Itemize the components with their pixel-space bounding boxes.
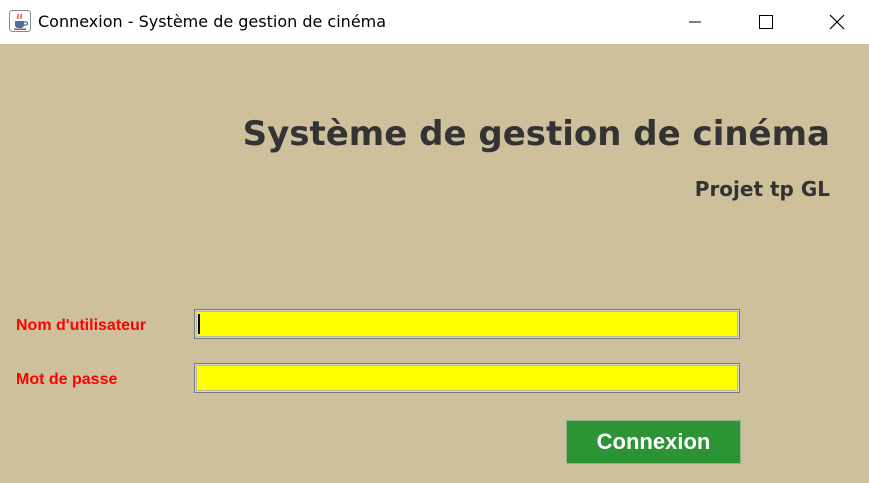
password-field[interactable] (194, 363, 740, 393)
maximize-button[interactable] (743, 0, 789, 44)
title-bar: Connexion - Système de gestion de cinéma (0, 0, 869, 44)
text-caret (198, 314, 200, 334)
page-subtitle: Projet tp GL (694, 177, 830, 201)
page-title: Système de gestion de cinéma (242, 114, 830, 154)
java-cup-icon (9, 10, 31, 32)
login-panel: Système de gestion de cinéma Projet tp G… (0, 44, 869, 483)
username-field[interactable] (194, 309, 740, 339)
username-label: Nom d'utilisateur (16, 317, 147, 334)
window-title: Connexion - Système de gestion de cinéma (38, 12, 387, 31)
maximize-icon (759, 15, 773, 29)
login-button[interactable]: Connexion (566, 420, 741, 464)
password-label: Mot de passe (16, 371, 118, 388)
close-icon (829, 14, 845, 30)
minimize-button[interactable] (672, 0, 718, 44)
minimize-icon (689, 21, 701, 23)
close-button[interactable] (814, 0, 860, 44)
